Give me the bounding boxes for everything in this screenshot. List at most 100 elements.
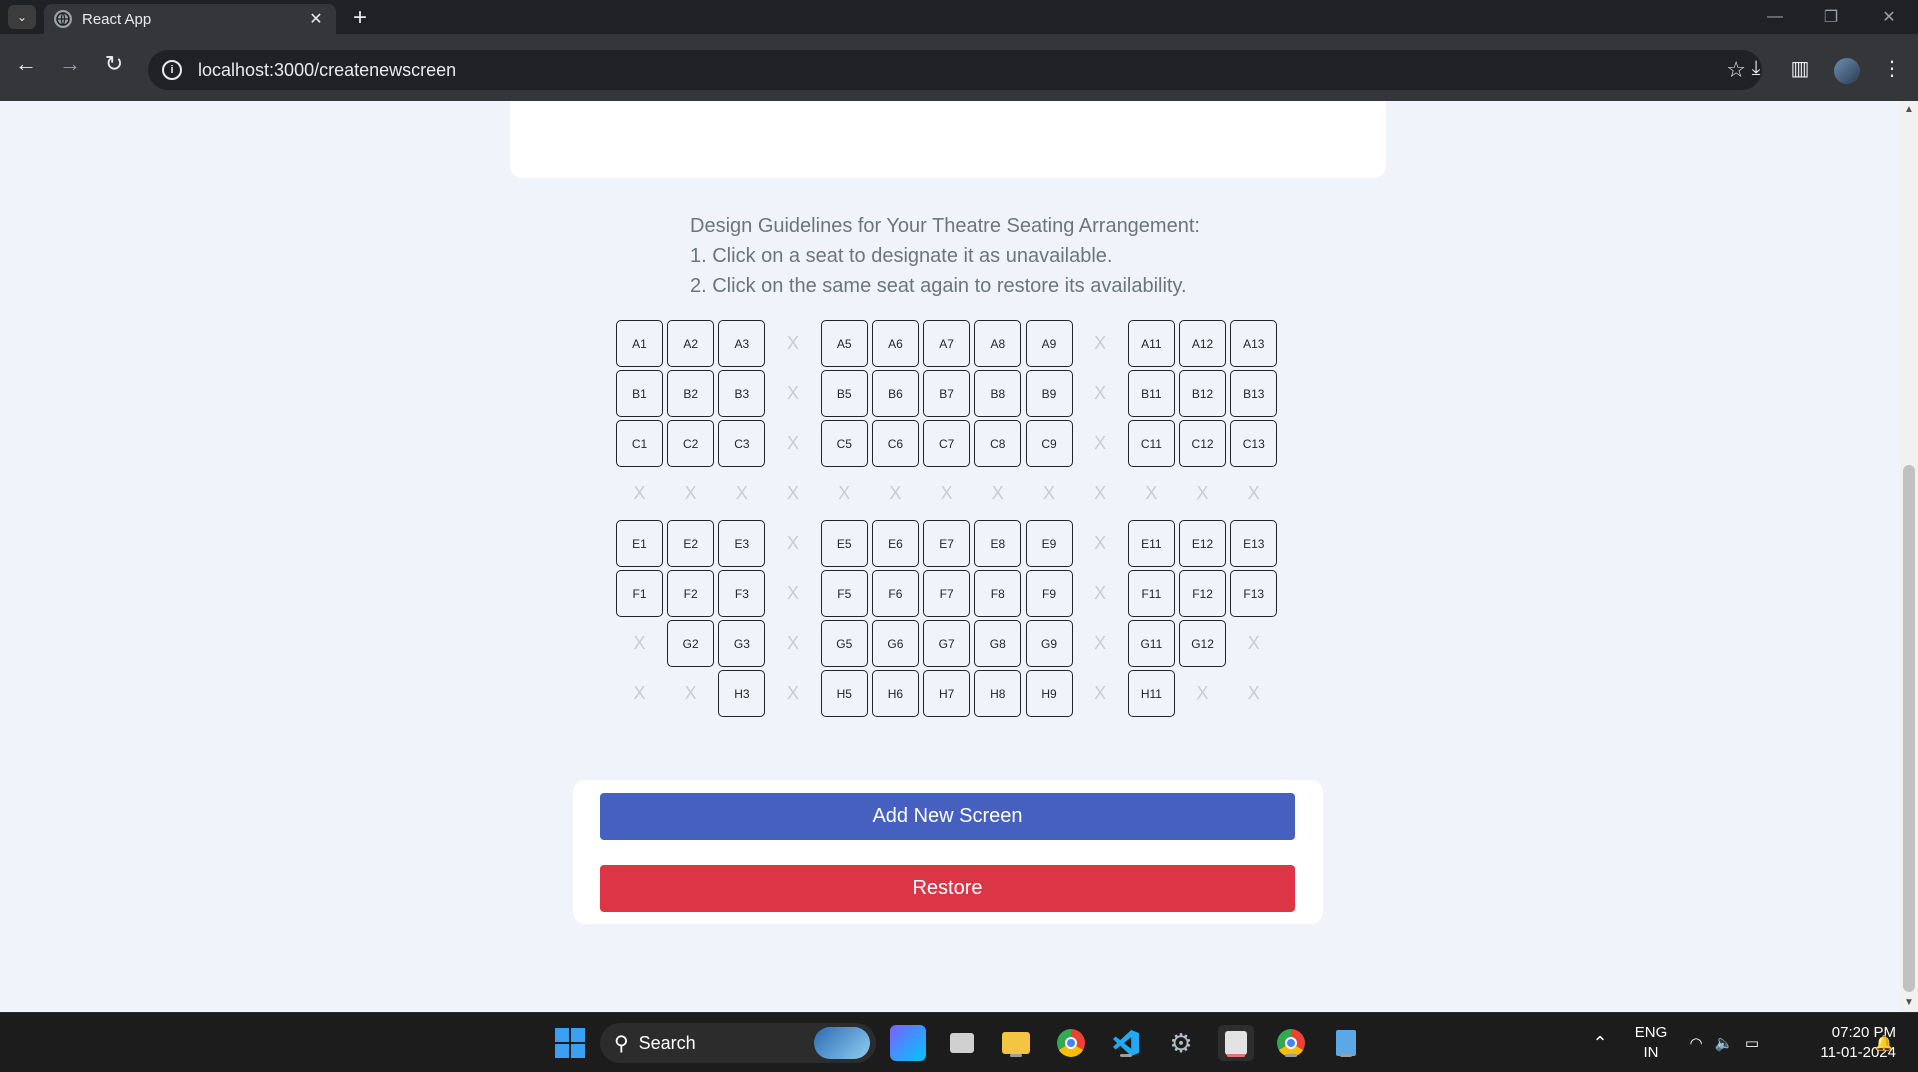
seat-f5[interactable]: F5 xyxy=(820,570,868,617)
seat-g11[interactable]: G11 xyxy=(1127,620,1175,667)
seat-f3[interactable]: F3 xyxy=(718,570,766,617)
scroll-thumb[interactable] xyxy=(1903,465,1915,992)
unavailable-seat-marker[interactable]: X xyxy=(769,570,817,617)
unavailable-seat-marker[interactable]: X xyxy=(769,420,817,467)
seat-a9[interactable]: A9 xyxy=(1025,320,1073,367)
seat-g9[interactable]: G9 xyxy=(1025,620,1073,667)
seat-e2[interactable]: E2 xyxy=(667,520,715,567)
task-view-icon[interactable] xyxy=(944,1025,980,1061)
seat-e8[interactable]: E8 xyxy=(974,520,1022,567)
seat-f11[interactable]: F11 xyxy=(1127,570,1175,617)
unavailable-seat-marker[interactable]: X xyxy=(667,670,715,717)
seat-c11[interactable]: C11 xyxy=(1127,420,1175,467)
unavailable-seat-marker[interactable]: X xyxy=(871,470,919,517)
tab-search-chevron-icon[interactable]: ⌄ xyxy=(8,5,36,29)
seat-a5[interactable]: A5 xyxy=(820,320,868,367)
unavailable-seat-marker[interactable]: X xyxy=(616,670,663,717)
seat-a1[interactable]: A1 xyxy=(616,320,663,367)
notepad-icon[interactable] xyxy=(1328,1025,1364,1061)
browser-tab[interactable]: React App ✕ xyxy=(44,4,336,34)
seat-b5[interactable]: B5 xyxy=(820,370,868,417)
seat-c7[interactable]: C7 xyxy=(923,420,971,467)
unavailable-seat-marker[interactable]: X xyxy=(1076,570,1124,617)
language-indicator[interactable]: ENG IN xyxy=(1628,1013,1674,1072)
show-hidden-icons-chevron-icon[interactable]: ⌃ xyxy=(1584,1013,1616,1072)
seat-e12[interactable]: E12 xyxy=(1179,520,1227,567)
seat-e13[interactable]: E13 xyxy=(1230,520,1278,567)
unavailable-seat-marker[interactable]: X xyxy=(1179,670,1227,717)
seat-h11[interactable]: H11 xyxy=(1127,670,1175,717)
seat-f2[interactable]: F2 xyxy=(667,570,715,617)
seat-f7[interactable]: F7 xyxy=(923,570,971,617)
seat-g6[interactable]: G6 xyxy=(871,620,919,667)
close-window-icon[interactable]: ✕ xyxy=(1866,0,1912,34)
seat-c1[interactable]: C1 xyxy=(616,420,663,467)
add-new-screen-button[interactable]: Add New Screen xyxy=(600,793,1295,840)
seat-b11[interactable]: B11 xyxy=(1127,370,1175,417)
wifi-icon[interactable]: ◠ xyxy=(1684,1013,1708,1072)
unavailable-seat-marker[interactable]: X xyxy=(769,670,817,717)
seat-f13[interactable]: F13 xyxy=(1230,570,1278,617)
seat-b7[interactable]: B7 xyxy=(923,370,971,417)
unavailable-seat-marker[interactable]: X xyxy=(1230,670,1278,717)
unavailable-seat-marker[interactable]: X xyxy=(1076,370,1124,417)
chrome-profile-icon[interactable] xyxy=(1273,1025,1309,1061)
seat-f8[interactable]: F8 xyxy=(974,570,1022,617)
seat-e1[interactable]: E1 xyxy=(616,520,663,567)
copilot-icon[interactable] xyxy=(890,1025,926,1061)
battery-icon[interactable]: ▭ xyxy=(1740,1013,1764,1072)
unavailable-seat-marker[interactable]: X xyxy=(1230,620,1278,667)
seat-g5[interactable]: G5 xyxy=(820,620,868,667)
back-arrow-icon[interactable]: ← xyxy=(8,46,44,82)
close-tab-icon[interactable]: ✕ xyxy=(306,9,326,29)
unavailable-seat-marker[interactable]: X xyxy=(1127,470,1175,517)
snipping-tool-icon[interactable] xyxy=(1218,1025,1254,1061)
seat-b6[interactable]: B6 xyxy=(871,370,919,417)
reload-icon[interactable]: ↻ xyxy=(96,46,132,82)
unavailable-seat-marker[interactable]: X xyxy=(1076,670,1124,717)
page-scrollbar[interactable]: ▲ ▼ xyxy=(1900,101,1918,1012)
unavailable-seat-marker[interactable]: X xyxy=(1076,320,1124,367)
scroll-up-arrow-icon[interactable]: ▲ xyxy=(1904,105,1914,115)
seat-h6[interactable]: H6 xyxy=(871,670,919,717)
notification-bell-icon[interactable]: 🔔 xyxy=(1872,1013,1896,1072)
vscode-icon[interactable] xyxy=(1108,1025,1144,1061)
menu-kebab-icon[interactable]: ⋮ xyxy=(1878,54,1906,82)
chrome-icon[interactable] xyxy=(1053,1025,1089,1061)
seat-e7[interactable]: E7 xyxy=(923,520,971,567)
seat-e6[interactable]: E6 xyxy=(871,520,919,567)
seat-e5[interactable]: E5 xyxy=(820,520,868,567)
seat-c12[interactable]: C12 xyxy=(1179,420,1227,467)
seat-g12[interactable]: G12 xyxy=(1179,620,1227,667)
unavailable-seat-marker[interactable]: X xyxy=(769,470,817,517)
seat-a13[interactable]: A13 xyxy=(1230,320,1278,367)
seat-g2[interactable]: G2 xyxy=(667,620,715,667)
unavailable-seat-marker[interactable]: X xyxy=(974,470,1022,517)
seat-e3[interactable]: E3 xyxy=(718,520,766,567)
new-tab-plus-icon[interactable]: + xyxy=(346,4,374,32)
seat-f9[interactable]: F9 xyxy=(1025,570,1073,617)
volume-icon[interactable]: 🔈 xyxy=(1712,1013,1736,1072)
seat-a2[interactable]: A2 xyxy=(667,320,715,367)
site-info-icon[interactable]: i xyxy=(162,60,182,80)
unavailable-seat-marker[interactable]: X xyxy=(718,470,766,517)
seat-f6[interactable]: F6 xyxy=(871,570,919,617)
seat-c2[interactable]: C2 xyxy=(667,420,715,467)
restore-button[interactable]: Restore xyxy=(600,865,1295,912)
seat-h7[interactable]: H7 xyxy=(923,670,971,717)
seat-f1[interactable]: F1 xyxy=(616,570,663,617)
restore-window-icon[interactable]: ❐ xyxy=(1808,0,1854,34)
seat-a12[interactable]: A12 xyxy=(1179,320,1227,367)
seat-b1[interactable]: B1 xyxy=(616,370,663,417)
seat-g8[interactable]: G8 xyxy=(974,620,1022,667)
unavailable-seat-marker[interactable]: X xyxy=(769,370,817,417)
seat-g3[interactable]: G3 xyxy=(718,620,766,667)
seat-h8[interactable]: H8 xyxy=(974,670,1022,717)
scroll-down-arrow-icon[interactable]: ▼ xyxy=(1904,998,1914,1008)
seat-b9[interactable]: B9 xyxy=(1025,370,1073,417)
seat-a6[interactable]: A6 xyxy=(871,320,919,367)
seat-c6[interactable]: C6 xyxy=(871,420,919,467)
unavailable-seat-marker[interactable]: X xyxy=(616,470,663,517)
seat-f12[interactable]: F12 xyxy=(1179,570,1227,617)
unavailable-seat-marker[interactable]: X xyxy=(820,470,868,517)
